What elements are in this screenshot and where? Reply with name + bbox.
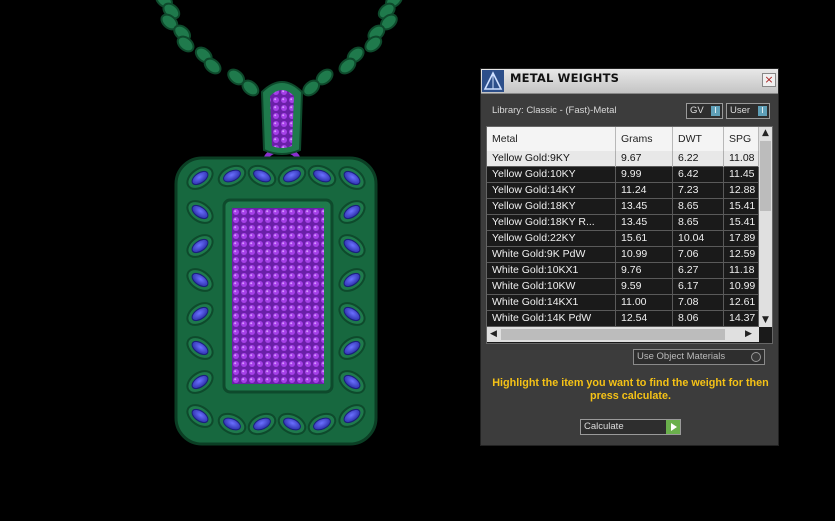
table-row[interactable]: White Gold:10KX1 9.76 6.27 11.18 [487, 263, 759, 279]
cell-metal: Yellow Gold:22KY [487, 231, 616, 247]
cell-dwt: 7.08 [673, 295, 724, 311]
cell-metal: Yellow Gold:10KY [487, 167, 616, 183]
cell-dwt: 6.42 [673, 167, 724, 183]
cell-metal: White Gold:14K PdW [487, 311, 616, 327]
metal-weights-panel: METAL WEIGHTS × Library: Classic - (Fast… [480, 68, 779, 446]
cell-grams: 9.76 [616, 263, 673, 279]
cell-metal: White Gold:9K PdW [487, 247, 616, 263]
cell-spg: 15.41 [724, 199, 759, 215]
scroll-right-icon[interactable]: ▶ [742, 328, 755, 341]
cell-spg: 10.99 [724, 279, 759, 295]
instruction-text: Highlight the item you want to find the … [492, 377, 769, 402]
radio-icon[interactable] [751, 352, 761, 362]
scroll-up-icon[interactable]: ▲ [759, 127, 772, 140]
cell-spg: 17.89 [724, 231, 759, 247]
table-row[interactable]: Yellow Gold:18KY R... 13.45 8.65 15.41 [487, 215, 759, 231]
use-object-materials-label: Use Object Materials [637, 351, 726, 362]
cell-spg: 12.61 [724, 295, 759, 311]
cell-dwt: 8.06 [673, 311, 724, 327]
cell-grams: 9.59 [616, 279, 673, 295]
cell-metal: Yellow Gold:14KY [487, 183, 616, 199]
cell-grams: 10.99 [616, 247, 673, 263]
cell-dwt: 6.17 [673, 279, 724, 295]
table-row[interactable]: White Gold:14KX1 11.00 7.08 12.61 [487, 295, 759, 311]
cell-spg: 11.08 [724, 151, 759, 167]
cell-spg: 12.59 [724, 247, 759, 263]
cell-metal: Yellow Gold:18KY R... [487, 215, 616, 231]
horizontal-scroll-thumb[interactable] [501, 329, 725, 340]
panel-title: METAL WEIGHTS [510, 71, 620, 85]
gv-label: GV [690, 105, 704, 116]
table-row[interactable]: White Gold:10KW 9.59 6.17 10.99 [487, 279, 759, 295]
column-header-spg[interactable]: SPG [724, 127, 759, 151]
matrix-app-icon [482, 70, 504, 92]
cell-dwt: 6.22 [673, 151, 724, 167]
user-indicator: I [758, 106, 767, 116]
cell-spg: 14.37 [724, 311, 759, 327]
scroll-left-icon[interactable]: ◀ [487, 328, 500, 341]
gv-indicator: I [711, 106, 720, 116]
table-row[interactable]: White Gold:14K PdW 12.54 8.06 14.37 [487, 311, 759, 327]
cell-grams: 12.54 [616, 311, 673, 327]
table-row[interactable]: Yellow Gold:10KY 9.99 6.42 11.45 [487, 167, 759, 183]
vertical-scrollbar[interactable]: ▲ ▼ [759, 127, 772, 327]
cell-grams: 13.45 [616, 199, 673, 215]
pendant-render [155, 0, 403, 446]
cell-metal: White Gold:10KW [487, 279, 616, 295]
column-header-grams[interactable]: Grams [616, 127, 673, 151]
pendant-frame [174, 156, 378, 446]
library-label: Library: Classic - (Fast)-Metal [492, 105, 617, 116]
vertical-scroll-thumb[interactable] [760, 141, 771, 211]
cell-metal: White Gold:14KX1 [487, 295, 616, 311]
cell-spg: 15.41 [724, 215, 759, 231]
cell-grams: 13.45 [616, 215, 673, 231]
close-icon[interactable]: × [762, 73, 776, 87]
cell-spg: 11.18 [724, 263, 759, 279]
cell-spg: 12.88 [724, 183, 759, 199]
cell-grams: 9.99 [616, 167, 673, 183]
cell-spg: 11.45 [724, 167, 759, 183]
table-row[interactable]: White Gold:9K PdW 10.99 7.06 12.59 [487, 247, 759, 263]
horizontal-scrollbar[interactable]: ◀ ▶ [487, 327, 759, 342]
cell-dwt: 7.23 [673, 183, 724, 199]
cell-grams: 11.00 [616, 295, 673, 311]
play-arrow-icon [666, 420, 680, 434]
3d-viewport[interactable] [0, 0, 480, 517]
panel-titlebar[interactable]: METAL WEIGHTS × [481, 69, 778, 94]
cell-metal: White Gold:10KX1 [487, 263, 616, 279]
cell-grams: 11.24 [616, 183, 673, 199]
cell-dwt: 8.65 [673, 215, 724, 231]
cell-dwt: 10.04 [673, 231, 724, 247]
table-row[interactable]: Yellow Gold:14KY 11.24 7.23 12.88 [487, 183, 759, 199]
column-header-metal[interactable]: Metal [487, 127, 616, 151]
cell-dwt: 6.27 [673, 263, 724, 279]
table-row[interactable]: Yellow Gold:18KY 13.45 8.65 15.41 [487, 199, 759, 215]
cell-dwt: 7.06 [673, 247, 724, 263]
cell-metal: Yellow Gold:9KY [487, 151, 616, 167]
user-label: User [730, 105, 751, 116]
table-row[interactable]: Yellow Gold:9KY 9.67 6.22 11.08 [487, 151, 759, 167]
column-header-dwt[interactable]: DWT [673, 127, 724, 151]
cell-metal: Yellow Gold:18KY [487, 199, 616, 215]
table-header: Metal Grams DWT SPG [487, 127, 759, 151]
table-row[interactable]: Yellow Gold:22KY 15.61 10.04 17.89 [487, 231, 759, 247]
cell-dwt: 8.65 [673, 199, 724, 215]
gv-toggle[interactable]: GV I [686, 103, 723, 119]
calculate-button[interactable]: Calculate [580, 419, 681, 435]
metal-table: Metal Grams DWT SPG Yellow Gold:9KY 9.67 6… [486, 126, 773, 344]
cell-grams: 15.61 [616, 231, 673, 247]
user-toggle[interactable]: User I [726, 103, 770, 119]
scroll-down-icon[interactable]: ▼ [759, 314, 772, 327]
use-object-materials-option[interactable]: Use Object Materials [633, 349, 765, 365]
cell-grams: 9.67 [616, 151, 673, 167]
calculate-label: Calculate [584, 421, 624, 432]
